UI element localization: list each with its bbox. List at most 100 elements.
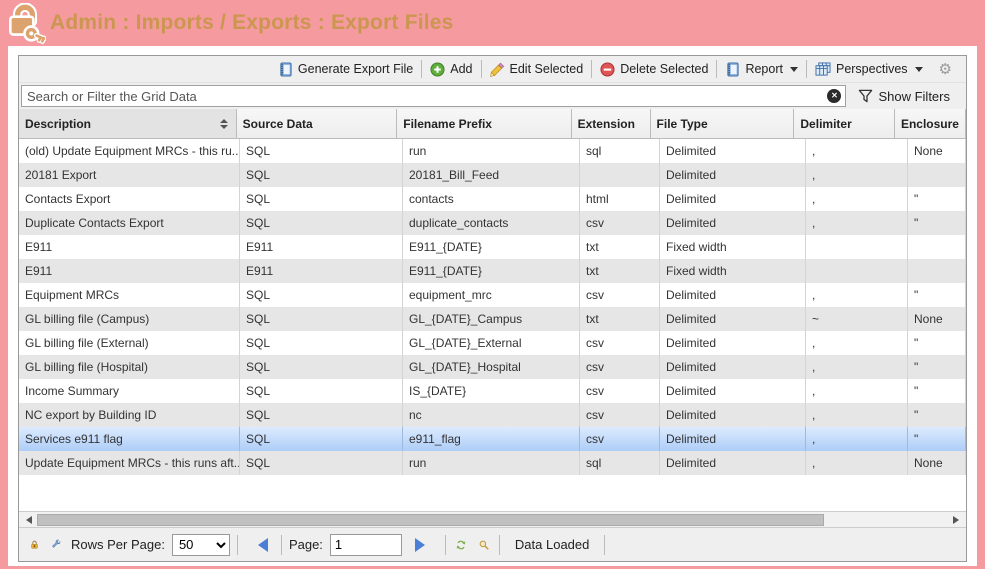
scrollbar-thumb[interactable]: [37, 514, 824, 526]
table-row[interactable]: (old) Update Equipment MRCs - this ru...…: [19, 139, 966, 163]
report-button[interactable]: Report: [717, 59, 806, 80]
table-cell: SQL: [240, 355, 403, 379]
table-cell: ": [908, 211, 966, 235]
table-cell: Income Summary: [19, 379, 240, 403]
table-cell: NC export by Building ID: [19, 403, 240, 427]
search-input[interactable]: [21, 85, 846, 107]
table-row[interactable]: Contacts ExportSQLcontactshtmlDelimited,…: [19, 187, 966, 211]
show-filters-button[interactable]: Show Filters: [846, 89, 964, 104]
edit-selected-label: Edit Selected: [510, 62, 584, 76]
scroll-right-button[interactable]: [950, 512, 966, 528]
table-cell: Services e911 flag: [19, 427, 240, 451]
table-row[interactable]: GL billing file (External)SQLGL_{DATE}_E…: [19, 331, 966, 355]
column-header-label: File Type: [657, 117, 708, 131]
magnifier-icon[interactable]: [476, 537, 492, 553]
table-cell: ,: [806, 355, 908, 379]
previous-page-button[interactable]: [251, 538, 268, 552]
table-cell: run: [403, 451, 580, 475]
table-cell: [806, 259, 908, 283]
table-cell: 20181 Export: [19, 163, 240, 187]
table-cell: ,: [806, 187, 908, 211]
table-cell: ~: [806, 307, 908, 331]
table-row[interactable]: Services e911 flagSQLe911_flagcsvDelimit…: [19, 427, 966, 451]
table-row[interactable]: Update Equipment MRCs - this runs aft...…: [19, 451, 966, 475]
next-page-button[interactable]: [415, 538, 432, 552]
table-cell: None: [908, 307, 966, 331]
table-cell: [908, 163, 966, 187]
edit-selected-button[interactable]: Edit Selected: [482, 59, 592, 80]
column-header-label: Filename Prefix: [403, 117, 492, 131]
table-cell: [908, 259, 966, 283]
grid-panel: Generate Export File Add Edit Selected: [18, 55, 967, 562]
table-cell: txt: [580, 259, 660, 283]
table-cell: 20181_Bill_Feed: [403, 163, 580, 187]
table-cell: ,: [806, 427, 908, 451]
rows-per-page-select[interactable]: 50: [172, 534, 230, 556]
scrollbar-track[interactable]: [35, 512, 950, 528]
refresh-icon[interactable]: [453, 537, 469, 553]
lock-icon[interactable]: [27, 537, 42, 552]
chevron-down-icon: [790, 67, 798, 76]
table-cell: SQL: [240, 427, 403, 451]
column-header-source-data[interactable]: Source Data: [237, 109, 398, 138]
table-cell: GL billing file (External): [19, 331, 240, 355]
show-filters-label: Show Filters: [878, 89, 950, 104]
table-cell: ,: [806, 331, 908, 355]
table-row[interactable]: Income SummarySQLIS_{DATE}csvDelimited,": [19, 379, 966, 403]
column-header-file-type[interactable]: File Type: [651, 109, 795, 138]
table-cell: e911_flag: [403, 427, 580, 451]
table-cell: ": [908, 283, 966, 307]
delete-selected-button[interactable]: Delete Selected: [592, 59, 716, 80]
table-cell: GL billing file (Hospital): [19, 355, 240, 379]
settings-gear-icon[interactable]: ⚙: [931, 60, 960, 78]
table-cell: [908, 235, 966, 259]
table-cell: GL_{DATE}_Hospital: [403, 355, 580, 379]
column-header-filename-prefix[interactable]: Filename Prefix: [397, 109, 571, 138]
table-row[interactable]: Duplicate Contacts ExportSQLduplicate_co…: [19, 211, 966, 235]
table-cell: nc: [403, 403, 580, 427]
table-cell: Delimited: [660, 379, 806, 403]
table-cell: html: [580, 187, 660, 211]
table-cell: sql: [580, 451, 660, 475]
column-header-description[interactable]: Description: [19, 109, 237, 138]
table-cell: ,: [806, 283, 908, 307]
sort-indicator-icon: [220, 119, 228, 129]
table-cell: SQL: [240, 331, 403, 355]
table-cell: Delimited: [660, 283, 806, 307]
status-text: Data Loaded: [507, 537, 597, 552]
column-header-delimiter[interactable]: Delimiter: [794, 109, 895, 138]
page-number-input[interactable]: [330, 534, 402, 556]
table-row[interactable]: GL billing file (Hospital)SQLGL_{DATE}_H…: [19, 355, 966, 379]
statusbar-separator: [237, 535, 238, 555]
column-header-enclosure[interactable]: Enclosure: [895, 109, 966, 138]
table-cell: run: [403, 139, 580, 163]
table-cell: Delimited: [660, 331, 806, 355]
table-row[interactable]: E911E911E911_{DATE}txtFixed width: [19, 235, 966, 259]
table-row[interactable]: Equipment MRCsSQLequipment_mrccsvDelimit…: [19, 283, 966, 307]
generate-export-file-button[interactable]: Generate Export File: [270, 59, 421, 80]
table-cell: SQL: [240, 379, 403, 403]
horizontal-scrollbar: [19, 511, 966, 527]
table-cell: GL_{DATE}_Campus: [403, 307, 580, 331]
table-cell: Delimited: [660, 187, 806, 211]
table-row[interactable]: E911E911E911_{DATE}txtFixed width: [19, 259, 966, 283]
table-cell: Delimited: [660, 139, 806, 163]
table-cell: SQL: [240, 163, 403, 187]
table-cell: Delimited: [660, 163, 806, 187]
scroll-left-button[interactable]: [19, 512, 35, 528]
wrench-icon[interactable]: [49, 537, 64, 552]
rows-per-page-label: Rows Per Page:: [71, 537, 165, 552]
table-cell: sql: [580, 139, 660, 163]
table-cell: Delimited: [660, 451, 806, 475]
table-row[interactable]: 20181 ExportSQL20181_Bill_FeedDelimited,: [19, 163, 966, 187]
table-cell: GL_{DATE}_External: [403, 331, 580, 355]
table-row[interactable]: NC export by Building IDSQLnccsvDelimite…: [19, 403, 966, 427]
page-title: Admin : Imports / Exports : Export Files: [50, 11, 454, 35]
column-header-extension[interactable]: Extension: [572, 109, 651, 138]
title-bar: Admin : Imports / Exports : Export Files: [0, 0, 985, 46]
perspectives-button[interactable]: Perspectives: [807, 59, 931, 80]
add-button[interactable]: Add: [422, 59, 480, 80]
table-cell: SQL: [240, 403, 403, 427]
table-row[interactable]: GL billing file (Campus)SQLGL_{DATE}_Cam…: [19, 307, 966, 331]
table-cell: ,: [806, 379, 908, 403]
